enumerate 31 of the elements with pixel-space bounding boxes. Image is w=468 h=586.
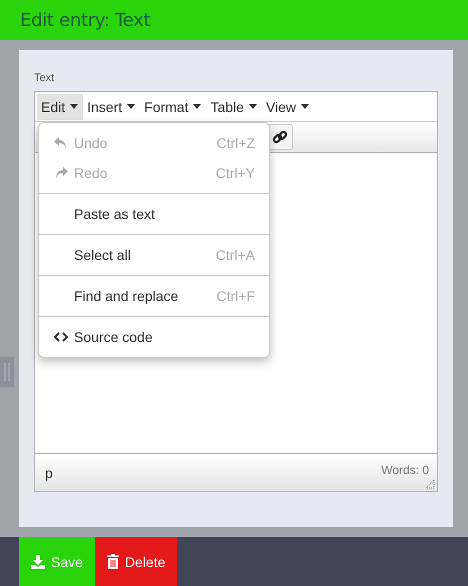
menu-item[interactable]: Source code <box>39 322 269 352</box>
caret-icon <box>70 104 78 109</box>
shortcut-text: Ctrl+F <box>216 288 255 304</box>
code-icon <box>54 332 68 342</box>
menu-tab[interactable]: Format <box>140 94 206 120</box>
menu-tab[interactable]: Table <box>206 94 262 120</box>
caret-icon <box>301 104 310 109</box>
shortcut-text: Ctrl+Y <box>216 165 255 181</box>
menu-item[interactable]: Paste as text <box>39 199 269 229</box>
download-icon <box>31 554 45 568</box>
menu-tab[interactable]: Edit <box>37 94 84 120</box>
undo-icon <box>54 136 68 150</box>
redo-icon <box>54 166 68 180</box>
caret-icon <box>193 104 202 109</box>
delete-button[interactable]: Delete <box>94 537 178 586</box>
caret-icon <box>127 104 136 109</box>
page-title: Edit entry: Text <box>20 10 150 30</box>
menu-item[interactable]: Select all Ctrl+A <box>39 240 269 270</box>
menu-tab[interactable]: Insert <box>83 94 140 120</box>
element-path[interactable]: p <box>45 464 53 480</box>
shortcut-text: Ctrl+A <box>216 247 255 263</box>
shortcut-text: Ctrl+Z <box>216 135 255 151</box>
trash-icon <box>106 554 119 569</box>
resize-grip-icon[interactable] <box>425 479 435 489</box>
link-icon <box>272 129 288 145</box>
field-label: Text <box>34 72 56 84</box>
caret-icon <box>248 104 257 109</box>
drag-handle-icon[interactable] <box>0 357 14 387</box>
word-count: Words: 0 <box>381 462 429 476</box>
menu-tab[interactable]: View <box>262 94 314 120</box>
menu-item[interactable]: Find and replace Ctrl+F <box>39 281 269 311</box>
